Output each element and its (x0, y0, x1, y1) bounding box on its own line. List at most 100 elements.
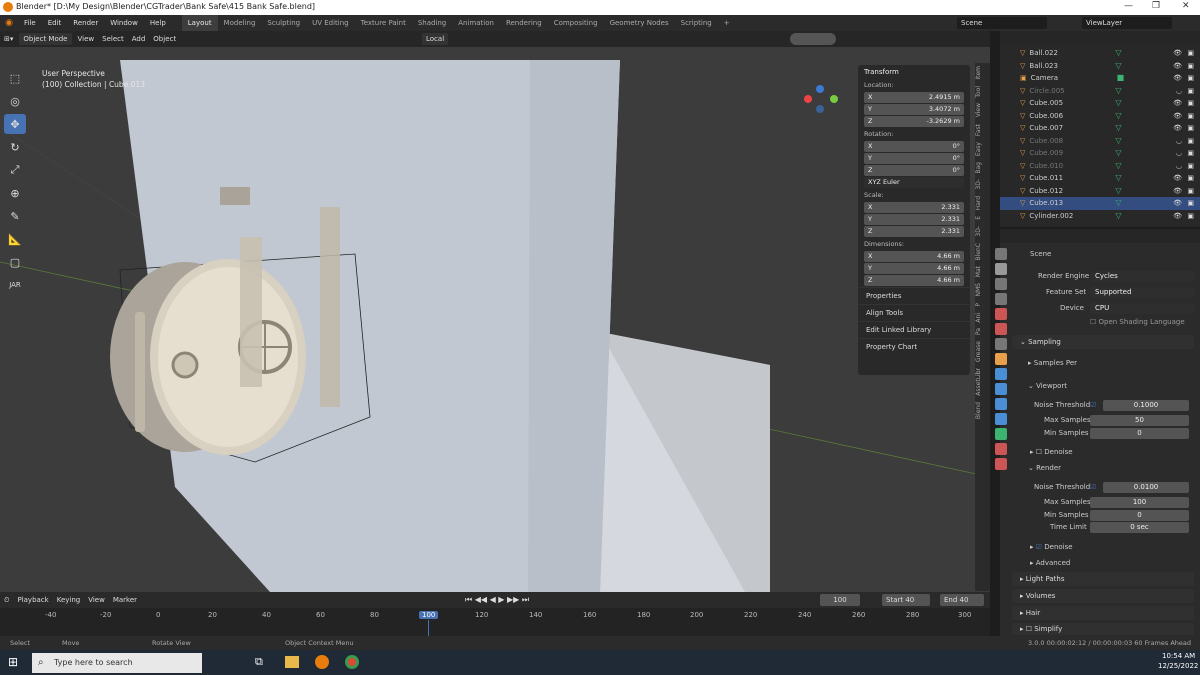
mode-selector[interactable]: Object Mode (19, 33, 72, 45)
modifier-tab-icon[interactable] (995, 368, 1007, 380)
sidetab[interactable]: Item (975, 63, 982, 83)
advanced-panel[interactable]: ▸ Advanced (1030, 559, 1070, 567)
r-noise-threshold-field[interactable]: 0.0100 (1103, 482, 1189, 493)
close-button[interactable]: ✕ (1182, 1, 1190, 11)
sidetab[interactable]: E (975, 213, 982, 223)
camera-icon[interactable]: ▣ (1187, 147, 1194, 160)
tab-scripting[interactable]: Scripting (675, 15, 718, 31)
timeline-ruler[interactable] (0, 608, 990, 636)
maximize-button[interactable]: ❐ (1152, 1, 1160, 11)
sidetab[interactable]: Ani (975, 310, 982, 326)
menu-select[interactable]: Select (98, 35, 128, 43)
sidetab[interactable]: View (975, 100, 982, 120)
eye-icon[interactable]: 👁 (1173, 172, 1182, 185)
eye-icon[interactable]: 👁 (1173, 210, 1182, 223)
device-dropdown[interactable]: CPU (1090, 303, 1194, 314)
camera-icon[interactable]: ▣ (1187, 135, 1194, 148)
menu-timeline-view[interactable]: View (84, 596, 109, 604)
physics-tab-icon[interactable] (995, 398, 1007, 410)
feature-set-dropdown[interactable]: Supported (1090, 287, 1194, 298)
world-tab-icon[interactable] (995, 323, 1007, 335)
osl-checkbox[interactable]: ☐ Open Shading Language (1090, 318, 1185, 326)
file-explorer-icon[interactable] (285, 656, 299, 668)
eye-icon[interactable]: 👁 (1173, 47, 1182, 60)
outliner-row[interactable]: ▽ Cube.006 ▽ 👁 ▣ (1000, 110, 1200, 123)
sidetab[interactable]: 3D- (975, 223, 982, 240)
view-layer-tab-icon[interactable] (995, 293, 1007, 305)
eye-closed-icon[interactable]: ◡ (1176, 160, 1182, 173)
texture-tab-icon[interactable] (995, 458, 1007, 470)
tool-tab-icon[interactable] (995, 248, 1007, 260)
r-denoise-panel[interactable]: ▸ ☑ Denoise (1030, 543, 1073, 551)
current-frame-field[interactable]: 100 (820, 594, 860, 606)
outliner-row[interactable]: ▽ Cube.010 ▽ ◡ ▣ (1000, 160, 1200, 173)
tab-rendering[interactable]: Rendering (500, 15, 548, 31)
camera-icon[interactable]: ▣ (1187, 185, 1194, 198)
samples-per-panel[interactable]: ▸ Samples Per (1028, 359, 1077, 367)
vp-denoise-panel[interactable]: ▸ ☐ Denoise (1030, 448, 1073, 456)
shading-mode-buttons[interactable] (790, 33, 836, 45)
annotate-tool-icon[interactable]: ✎ (4, 206, 26, 226)
menu-marker[interactable]: Marker (109, 596, 141, 604)
camera-icon[interactable]: ▣ (1187, 110, 1194, 123)
sidetab[interactable]: Bag (975, 159, 982, 177)
outliner-row[interactable]: ▽ Circle.005 ▽ ◡ ▣ (1000, 85, 1200, 98)
camera-icon[interactable]: ▣ (1187, 160, 1194, 173)
outliner-row[interactable]: ▽ Cube.011 ▽ 👁 ▣ (1000, 172, 1200, 185)
rotation-mode-dropdown[interactable]: XYZ Euler (864, 177, 964, 188)
playhead-frame[interactable]: 100 (419, 611, 439, 619)
blender-menu-icon[interactable]: ◉ (0, 18, 18, 28)
tab-geometry-nodes[interactable]: Geometry Nodes (604, 15, 675, 31)
menu-help[interactable]: Help (144, 15, 172, 31)
particles-tab-icon[interactable] (995, 383, 1007, 395)
playback-controls[interactable]: ⏮ ◀◀ ◀ ▶ ▶▶ ⏭ (465, 595, 529, 605)
tab-layout[interactable]: Layout (181, 15, 218, 31)
menu-render[interactable]: Render (67, 15, 104, 31)
outliner-row[interactable]: ▽ Ball.023 ▽ 👁 ▣ (1000, 60, 1200, 73)
outliner-row[interactable]: ▽ Cube.008 ▽ ◡ ▣ (1000, 135, 1200, 148)
sidetab[interactable]: P (975, 300, 982, 310)
sidetab[interactable]: BlenC (975, 240, 982, 263)
minimize-button[interactable]: — (1124, 1, 1133, 11)
move-tool-icon[interactable]: ✥ (4, 114, 26, 134)
eye-closed-icon[interactable]: ◡ (1176, 147, 1182, 160)
outliner-row[interactable]: ▽ Cube.012 ▽ 👁 ▣ (1000, 185, 1200, 198)
tab-animation[interactable]: Animation (452, 15, 500, 31)
scale-y-field[interactable]: Y 2.331 (864, 214, 964, 225)
camera-icon[interactable]: ▣ (1187, 47, 1194, 60)
light-paths-panel[interactable]: ▸ Light Paths (1012, 572, 1194, 586)
tab-shading[interactable]: Shading (412, 15, 452, 31)
menu-file[interactable]: File (18, 15, 42, 31)
tab-uv-editing[interactable]: UV Editing (306, 15, 355, 31)
blender-taskbar-icon[interactable] (315, 655, 329, 669)
object-tab-icon[interactable] (995, 353, 1007, 365)
dimensions-z-field[interactable]: Z 4.66 m (864, 275, 964, 286)
outliner-row[interactable]: ▽ Cube.007 ▽ 👁 ▣ (1000, 122, 1200, 135)
sidetab[interactable]: Pa (975, 325, 982, 338)
r-min-samples-field[interactable]: 0 (1090, 510, 1189, 521)
eye-icon[interactable]: 👁 (1173, 185, 1182, 198)
task-view-icon[interactable]: ⧉ (255, 655, 263, 669)
viewport-subpanel[interactable]: ⌄ Viewport (1028, 382, 1067, 390)
menu-playback[interactable]: Playback (13, 596, 52, 604)
property-chart-section[interactable]: Property Chart (858, 338, 970, 355)
select-tool-icon[interactable]: ⬚ (4, 68, 26, 88)
r-noise-checkbox[interactable]: ☑ (1090, 483, 1096, 491)
data-tab-icon[interactable] (995, 428, 1007, 440)
camera-icon[interactable]: ▣ (1187, 210, 1194, 223)
sidetab[interactable]: AssetLibr (975, 365, 982, 399)
scene-tab-icon[interactable] (995, 308, 1007, 320)
eye-icon[interactable]: 👁 (1173, 197, 1182, 210)
eye-icon[interactable]: 👁 (1173, 122, 1182, 135)
end-frame-field[interactable]: End 40 (940, 594, 984, 606)
location-z-field[interactable]: Z -3.2629 m (864, 116, 964, 127)
outliner[interactable]: ▽ Ball.022 ▽ 👁 ▣ ▽ Ball.023 ▽ 👁 ▣ ▣ Camera ■ 👁 ▣ ▽ Ci… (1000, 31, 1200, 227)
camera-icon[interactable]: ▣ (1187, 122, 1194, 135)
sidetab[interactable]: NMS (975, 280, 982, 299)
menu-add[interactable]: Add (128, 35, 150, 43)
outliner-row[interactable]: ▽ Cylinder.002 ▽ 👁 ▣ (1000, 210, 1200, 223)
sampling-panel[interactable]: ⌄ Sampling (1012, 335, 1194, 349)
camera-icon[interactable]: ▣ (1187, 197, 1194, 210)
camera-icon[interactable]: ▣ (1187, 172, 1194, 185)
camera-icon[interactable]: ▣ (1187, 60, 1194, 73)
